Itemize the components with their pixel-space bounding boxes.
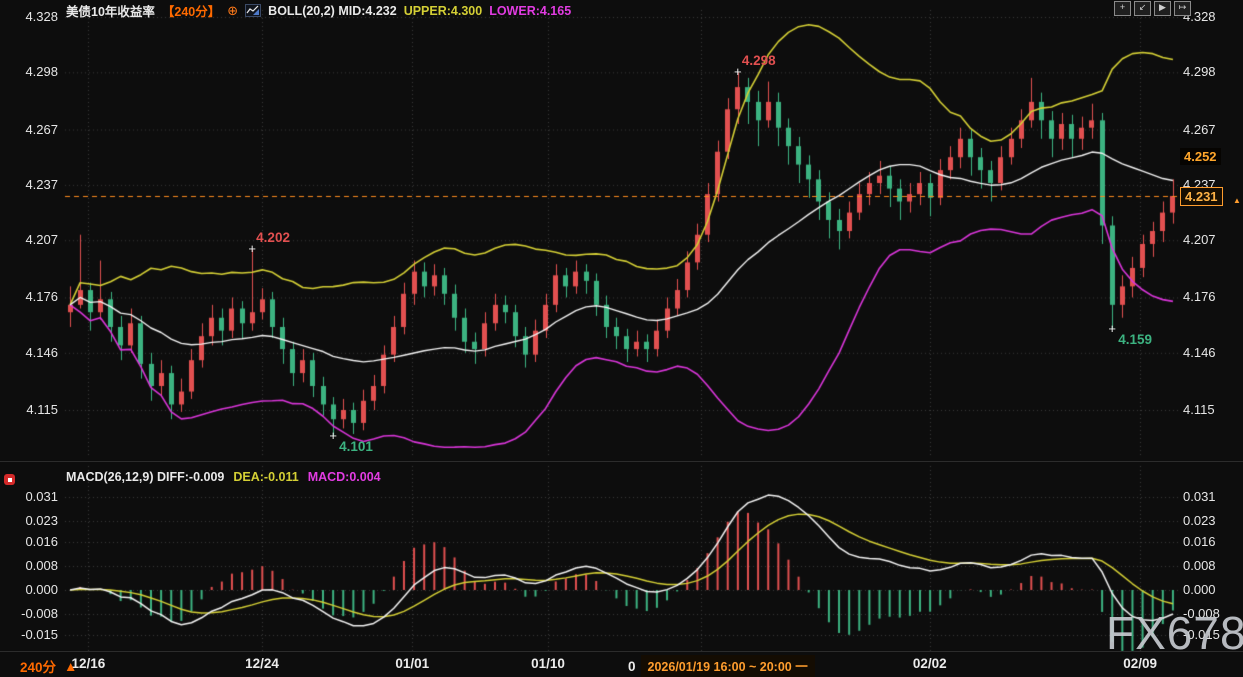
macd-macd-label: MACD:0.004 xyxy=(308,470,381,484)
macd-axis-label: 0.000 xyxy=(1183,582,1216,598)
move-crosshair-icon[interactable]: + xyxy=(1114,1,1131,16)
macd-axis-label: 0.016 xyxy=(0,534,58,550)
macd-dea-label: DEA:-0.011 xyxy=(233,470,298,484)
price-annotation: 4.298 xyxy=(742,53,776,68)
macd-header: MACD(26,12,9) DIFF:-0.009 DEA:-0.011 MAC… xyxy=(66,470,381,484)
price-axis-label: 4.176 xyxy=(1183,289,1216,305)
chart-window: 美债10年收益率 【240分】 ⊕ BOLL(20,2) MID:4.232 U… xyxy=(0,0,1243,677)
panel-divider xyxy=(0,461,1243,462)
hover-date-tooltip: 0 2026/01/19 16:00 ~ 20:00 一 xyxy=(628,655,815,677)
macd-axis-label: 0.031 xyxy=(1183,489,1216,505)
autoplay-icon[interactable]: ▶ xyxy=(1154,1,1171,16)
price-axis-label: 4.207 xyxy=(0,232,58,248)
macd-axis-label: 0.031 xyxy=(0,489,58,505)
macd-axis-label: 0.016 xyxy=(1183,534,1216,550)
boll-upper-label: UPPER:4.300 xyxy=(404,4,483,18)
axis-divider xyxy=(0,651,1243,652)
price-annotation: 4.202 xyxy=(256,230,290,245)
price-badge-4.252: 4.252 xyxy=(1180,148,1221,165)
price-axis-label: 4.328 xyxy=(0,9,58,25)
price-axis-label: 4.115 xyxy=(0,402,58,418)
price-axis-label: 4.267 xyxy=(0,122,58,138)
price-annotation: 4.159 xyxy=(1118,332,1152,347)
period-tag: 【240分】 xyxy=(162,1,220,20)
annotation-marker: + xyxy=(1108,321,1116,336)
price-badge-4.231: 4.231 xyxy=(1180,187,1223,206)
date-axis-label: 12/24 xyxy=(245,656,279,671)
add-indicator-icon[interactable]: ⊕ xyxy=(227,3,238,19)
date-axis-label: 01/01 xyxy=(395,656,429,671)
symbol-title: 美债10年收益率 xyxy=(66,1,155,20)
price-axis-label: 4.298 xyxy=(1183,64,1216,80)
annotation-marker: + xyxy=(734,65,742,80)
date-axis-label: 02/02 xyxy=(913,656,947,671)
zoom-fit-icon[interactable]: ↙ xyxy=(1134,1,1151,16)
boll-lower-label: LOWER:4.165 xyxy=(489,4,571,18)
macd-axis-label: 0.023 xyxy=(0,513,58,529)
go-to-latest-icon[interactable]: ↦ xyxy=(1174,1,1191,16)
boll-mid-label: BOLL(20,2) MID:4.232 xyxy=(268,4,397,18)
macd-axis-label: 0.023 xyxy=(1183,513,1216,529)
macd-diff-label: MACD(26,12,9) DIFF:-0.009 xyxy=(66,470,224,484)
annotation-marker: + xyxy=(329,428,337,443)
macd-axis-label: 0.008 xyxy=(1183,558,1216,574)
price-axis-label: 4.146 xyxy=(0,345,58,361)
price-axis-label: 4.237 xyxy=(0,177,58,193)
price-chart-canvas[interactable] xyxy=(0,0,1243,677)
price-axis-label: 4.298 xyxy=(0,64,58,80)
axis-partial-label: 0 xyxy=(628,659,636,674)
price-axis-label: 4.207 xyxy=(1183,232,1216,248)
price-axis-label: 4.267 xyxy=(1183,122,1216,138)
price-axis-label: 4.176 xyxy=(0,289,58,305)
macd-axis-label: 0.008 xyxy=(0,558,58,574)
macd-axis-label: -0.008 xyxy=(0,606,58,622)
watermark: FX678 xyxy=(1106,606,1243,660)
annotation-marker: + xyxy=(248,242,256,257)
price-axis-label: 4.115 xyxy=(1183,402,1215,418)
price-annotation: 4.101 xyxy=(339,439,373,454)
period-selector[interactable]: 240分 ▲ xyxy=(20,656,77,676)
macd-axis-label: -0.015 xyxy=(0,627,58,643)
live-indicator-icon xyxy=(4,474,15,485)
date-axis-label: 01/10 xyxy=(531,656,565,671)
tooltip-text: 2026/01/19 16:00 ~ 20:00 一 xyxy=(641,655,815,677)
price-pointer-icon: ▲ xyxy=(1233,196,1241,205)
macd-axis-label: 0.000 xyxy=(0,582,58,598)
price-axis-label: 4.146 xyxy=(1183,345,1216,361)
chart-toolbar: +↙▶↦ xyxy=(1114,1,1191,16)
period-label: 240分 xyxy=(20,656,56,676)
chart-header: 美债10年收益率 【240分】 ⊕ BOLL(20,2) MID:4.232 U… xyxy=(66,1,571,20)
indicator-chart-icon[interactable] xyxy=(245,4,261,17)
period-dropdown-icon: ▲ xyxy=(64,659,77,674)
